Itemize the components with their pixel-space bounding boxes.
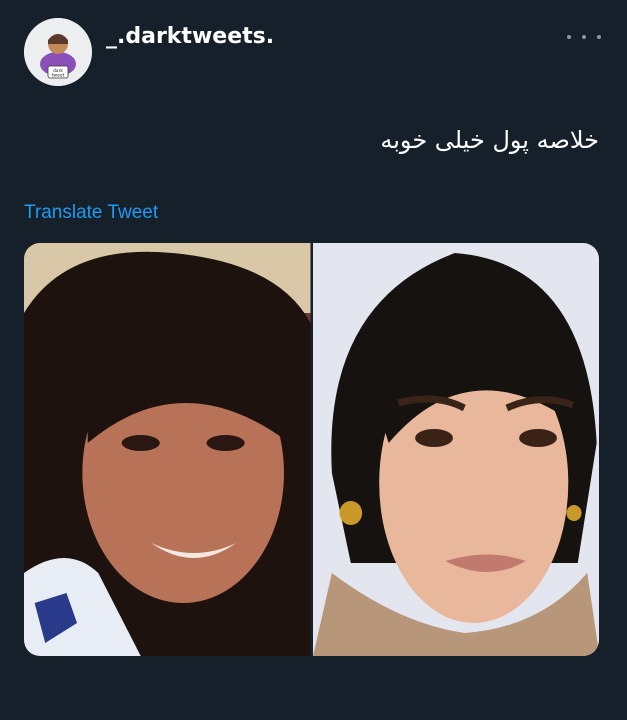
username[interactable]: _.darktweets. [106,24,274,49]
avatar-illustration: dark tweet [24,18,92,86]
tweet-media[interactable] [24,243,599,656]
after-photo-image [312,243,599,656]
dot [567,35,571,39]
dot [597,35,601,39]
after-photo[interactable] [312,243,599,656]
more-horizontal-icon[interactable] [567,26,601,48]
translate-tweet-link[interactable]: Translate Tweet [24,202,158,224]
tweet-text: خلاصه پول خیلی خوبه [380,126,599,154]
before-photo-image [24,243,311,656]
dot [582,35,586,39]
before-photo[interactable] [24,243,311,656]
avatar-label-line2: tweet [52,73,65,79]
avatar[interactable]: dark tweet [24,18,92,86]
